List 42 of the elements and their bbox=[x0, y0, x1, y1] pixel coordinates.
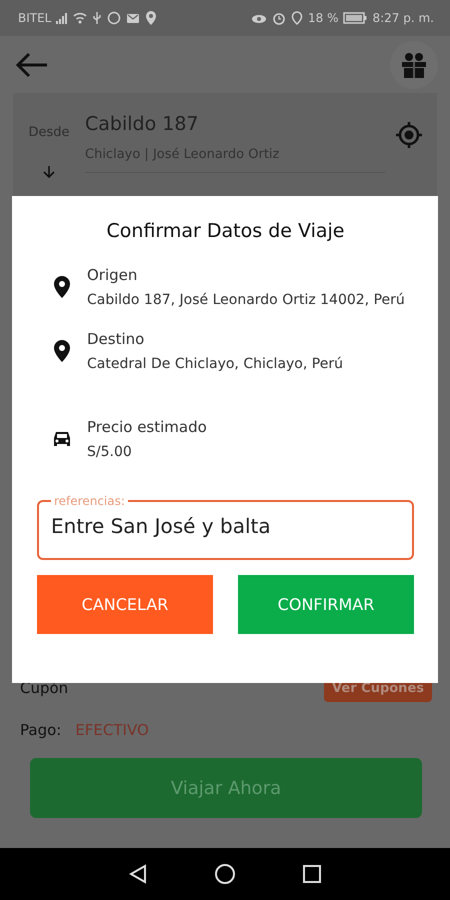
travel-now-button[interactable]: Viajar Ahora bbox=[30, 758, 422, 818]
square-icon bbox=[303, 865, 322, 883]
confirm-button[interactable]: CONFIRMAR bbox=[238, 575, 414, 634]
battery-percent: 18 % bbox=[308, 11, 338, 25]
item-value: Catedral De Chiclayo, Chiclayo, Perú bbox=[87, 356, 343, 372]
nav-home-button[interactable] bbox=[214, 863, 236, 885]
signal-icon bbox=[56, 12, 68, 24]
item-value: S/5.00 bbox=[87, 444, 133, 460]
item-label: Precio estimado bbox=[87, 418, 207, 436]
nav-back-button[interactable] bbox=[128, 864, 147, 884]
map-pin-icon bbox=[54, 340, 70, 362]
item-label: Destino bbox=[87, 330, 146, 348]
back-button[interactable] bbox=[15, 52, 49, 78]
cancel-button[interactable]: CANCELAR bbox=[37, 575, 213, 634]
payment-method[interactable]: EFECTIVO bbox=[75, 721, 149, 739]
nav-recents-button[interactable] bbox=[303, 865, 322, 883]
item-value: Cabildo 187, José Leonardo Ortiz 14002, Perú bbox=[87, 292, 405, 308]
location-icon bbox=[290, 11, 303, 25]
map-pin-icon bbox=[54, 276, 70, 298]
usb-icon bbox=[92, 11, 102, 25]
wifi-icon bbox=[73, 12, 88, 24]
clock-time: 8:27 p. m. bbox=[372, 11, 434, 25]
field-label: referencias: bbox=[53, 494, 126, 508]
crosshair-icon bbox=[395, 121, 423, 149]
dialog-title: Confirmar Datos de Viaje bbox=[106, 220, 346, 242]
locate-button[interactable] bbox=[395, 121, 423, 149]
battery-icon bbox=[343, 12, 368, 24]
back-arrow-icon bbox=[15, 52, 49, 78]
alarm-icon bbox=[272, 11, 286, 25]
triangle-icon bbox=[128, 864, 147, 884]
item-label: Origen bbox=[87, 266, 138, 284]
reference-field[interactable]: referencias: Entre San José y balta bbox=[37, 494, 414, 560]
eye-icon bbox=[250, 12, 267, 24]
origin-address: Cabildo 187 bbox=[85, 113, 200, 135]
payment-label: Pago: bbox=[20, 721, 62, 739]
location-icon bbox=[145, 11, 158, 25]
field-value: Entre San José y balta bbox=[51, 513, 271, 538]
circle-icon bbox=[214, 863, 236, 885]
mail-icon bbox=[126, 12, 140, 24]
car-icon bbox=[52, 430, 72, 448]
down-arrow-icon bbox=[42, 165, 56, 179]
carrier-name: BITEL bbox=[18, 11, 52, 25]
